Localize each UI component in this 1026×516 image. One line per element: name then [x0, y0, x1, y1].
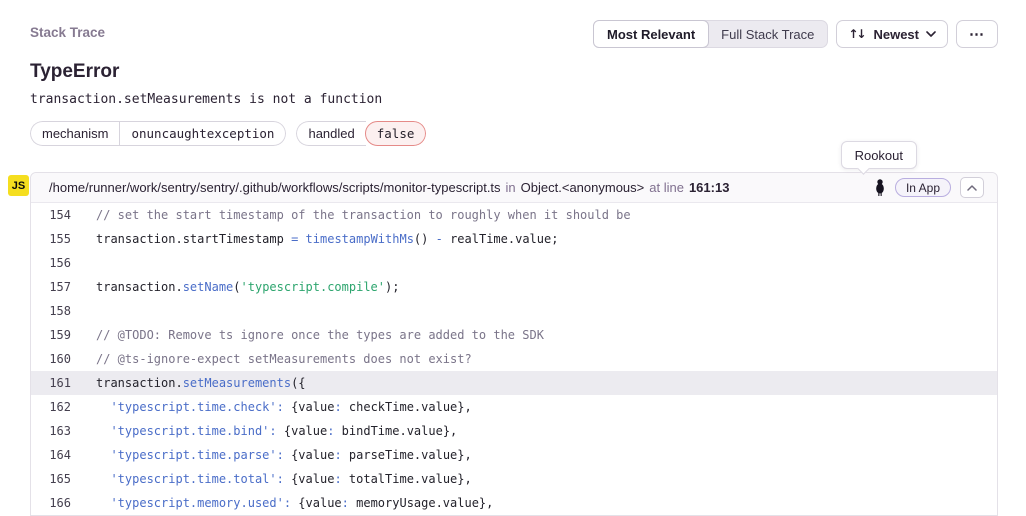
line-number: 154 [31, 203, 71, 227]
code-text: 'typescript.time.bind': {value: bindTime… [96, 419, 457, 443]
most-relevant-button[interactable]: Most Relevant [593, 20, 709, 48]
frame-line-number: 161:13 [689, 180, 729, 195]
overflow-menu-button[interactable]: ⋯ [956, 20, 998, 48]
line-number: 163 [31, 419, 71, 443]
code-text: 'typescript.memory.used': {value: memory… [96, 491, 493, 515]
line-number: 165 [31, 467, 71, 491]
frame-in-word: in [506, 180, 516, 195]
code-line-164: 164 'typescript.time.parse': {value: par… [31, 443, 997, 467]
frame-function: Object.<anonymous> [521, 180, 645, 195]
error-type-title: TypeError [30, 61, 1026, 83]
line-number: 156 [31, 251, 71, 275]
section-title: Stack Trace [30, 20, 105, 40]
stack-trace-header: Stack Trace Most Relevant Full Stack Tra… [0, 0, 1026, 48]
chevron-down-icon [926, 31, 936, 37]
chevron-up-icon [967, 185, 977, 191]
code-text: 'typescript.time.parse': {value: parseTi… [96, 443, 472, 467]
code-text: transaction.startTimestamp = timestampWi… [96, 227, 558, 251]
frame-header[interactable]: /home/runner/work/sentry/sentry/.github/… [31, 173, 997, 203]
error-message: transaction.setMeasurements is not a fun… [30, 92, 1026, 107]
full-stack-trace-button[interactable]: Full Stack Trace [708, 21, 827, 47]
tag-key: mechanism [30, 121, 119, 146]
tag-value: onuncaughtexception [119, 121, 286, 146]
code-line-166: 166 'typescript.memory.used': {value: me… [31, 491, 997, 515]
code-text: // set the start timestamp of the transa… [96, 203, 631, 227]
code-line-161: 161 transaction.setMeasurements({ [31, 371, 997, 395]
line-number: 162 [31, 395, 71, 419]
line-number: 157 [31, 275, 71, 299]
javascript-platform-icon: JS [8, 175, 29, 196]
frame-header-actions: In App [874, 177, 984, 198]
line-number: 164 [31, 443, 71, 467]
code-line-158: 158 [31, 299, 997, 323]
sort-arrows-icon: ↑↓ [848, 27, 866, 41]
tag-key: handled [296, 121, 365, 146]
frame-file-path: /home/runner/work/sentry/sentry/.github/… [49, 180, 501, 195]
code-text: 'typescript.time.check': {value: checkTi… [96, 395, 472, 419]
code-text: transaction.setMeasurements({ [96, 371, 306, 395]
stack-trace-controls: Most Relevant Full Stack Trace ↑↓ Newest… [593, 20, 998, 48]
collapse-frame-button[interactable] [960, 177, 984, 198]
rookout-icon[interactable] [874, 179, 886, 196]
code-line-155: 155 transaction.startTimestamp = timestam… [31, 227, 997, 251]
code-line-163: 163 'typescript.time.bind': {value: bind… [31, 419, 997, 443]
line-number: 160 [31, 347, 71, 371]
line-number: 166 [31, 491, 71, 515]
code-line-159: 159 // @TODO: Remove ts ignore once the t… [31, 323, 997, 347]
code-lines: 154 // set the start timestamp of the tra… [31, 203, 997, 515]
rookout-tooltip: Rookout [841, 141, 917, 169]
line-number: 158 [31, 299, 71, 323]
code-line-157: 157 transaction.setName('typescript.compi… [31, 275, 997, 299]
view-toggle: Most Relevant Full Stack Trace [593, 20, 828, 48]
line-number: 159 [31, 323, 71, 347]
in-app-badge: In App [895, 178, 951, 197]
code-line-154: 154 // set the start timestamp of the tra… [31, 203, 997, 227]
sort-newest-button[interactable]: ↑↓ Newest [836, 20, 948, 48]
tag-value-error: false [365, 121, 427, 146]
line-number: 155 [31, 227, 71, 251]
code-line-162: 162 'typescript.time.check': {value: che… [31, 395, 997, 419]
tag-handled[interactable]: handled false [296, 121, 426, 146]
code-text: // @TODO: Remove ts ignore once the type… [96, 323, 544, 347]
stack-frame: Rookout JS /home/runner/work/sentry/sent… [30, 172, 998, 516]
line-number: 161 [31, 371, 71, 395]
code-text: 'typescript.time.total': {value: totalTi… [96, 467, 472, 491]
code-text: transaction.setName('typescript.compile'… [96, 275, 399, 299]
frame-at-word: at line [649, 180, 684, 195]
tag-mechanism[interactable]: mechanism onuncaughtexception [30, 121, 286, 146]
code-line-160: 160 // @ts-ignore-expect setMeasurements … [31, 347, 997, 371]
code-text: // @ts-ignore-expect setMeasurements doe… [96, 347, 472, 371]
code-line-156: 156 [31, 251, 997, 275]
sort-label: Newest [873, 27, 919, 42]
code-line-165: 165 'typescript.time.total': {value: tot… [31, 467, 997, 491]
